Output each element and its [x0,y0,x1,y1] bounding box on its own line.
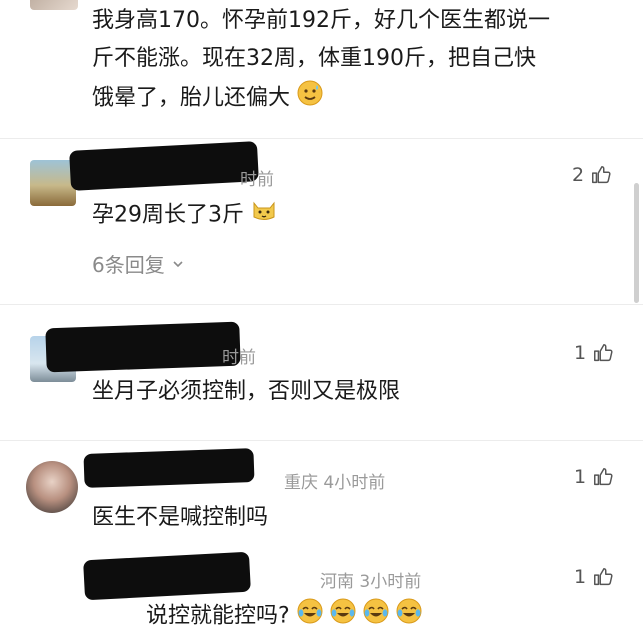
crying-laugh-emoji-icon [396,598,422,635]
thumbs-up-icon [592,166,611,184]
redacted-username [83,551,251,601]
like-count: 2 [572,164,585,186]
comment-time: 时前 [222,348,256,368]
like-count: 1 [574,466,587,488]
like-button[interactable]: 1 [574,342,614,364]
comment-location-time: 重庆 4小时前 [284,473,386,493]
redacted-username [45,321,241,373]
redacted-username [83,448,255,488]
comment-text: 坐月子必须控制，否则又是极限 [92,379,401,404]
avatar[interactable] [30,0,78,10]
comment-location-time: 河南 3小时前 [320,572,422,592]
comment-text-line-1: 我身高170。怀孕前192斤，好几个医生都说一 [92,8,550,33]
like-count: 1 [574,566,587,588]
comment-text-row: 孕29周长了3斤 [92,197,277,234]
replies-count: 6条回复 [92,253,165,277]
redacted-username [69,141,259,191]
like-count: 1 [574,342,587,364]
chevron-down-icon [171,252,185,276]
divider [0,304,643,305]
like-button[interactable]: 1 [574,466,614,488]
thumbs-up-icon [594,344,613,362]
thumbs-up-icon [594,468,613,486]
thumbs-up-icon [594,568,613,586]
comment-text: 医生不是喊控制吗 [92,505,269,530]
crying-laugh-emoji-icon [330,598,356,635]
comment-text-line-2: 斤不能涨。现在32周，体重190斤，把自己快 [92,46,536,71]
view-replies-link[interactable]: 6条回复 [92,249,185,278]
crying-laugh-emoji-icon [297,598,323,635]
comment-text-line-3: 饿晕了，胎儿还偏大 [92,80,323,117]
sweat-smile-emoji-icon [297,80,323,117]
comment-text: 说控就能控吗? [146,603,290,629]
divider [0,440,643,441]
crying-laugh-emoji-icon [363,598,389,635]
like-button[interactable]: 1 [574,566,614,588]
like-button[interactable]: 2 [572,164,612,186]
comment-time: 时前 [240,170,274,190]
scrollbar[interactable] [634,183,639,303]
comment-text: 孕29周长了3斤 [92,202,244,228]
divider [0,138,643,139]
comment-text-row: 说控就能控吗? [146,598,422,635]
avatar[interactable] [26,461,78,513]
cat-emoji-icon [251,197,277,234]
comment-text: 饿晕了，胎儿还偏大 [92,85,291,111]
